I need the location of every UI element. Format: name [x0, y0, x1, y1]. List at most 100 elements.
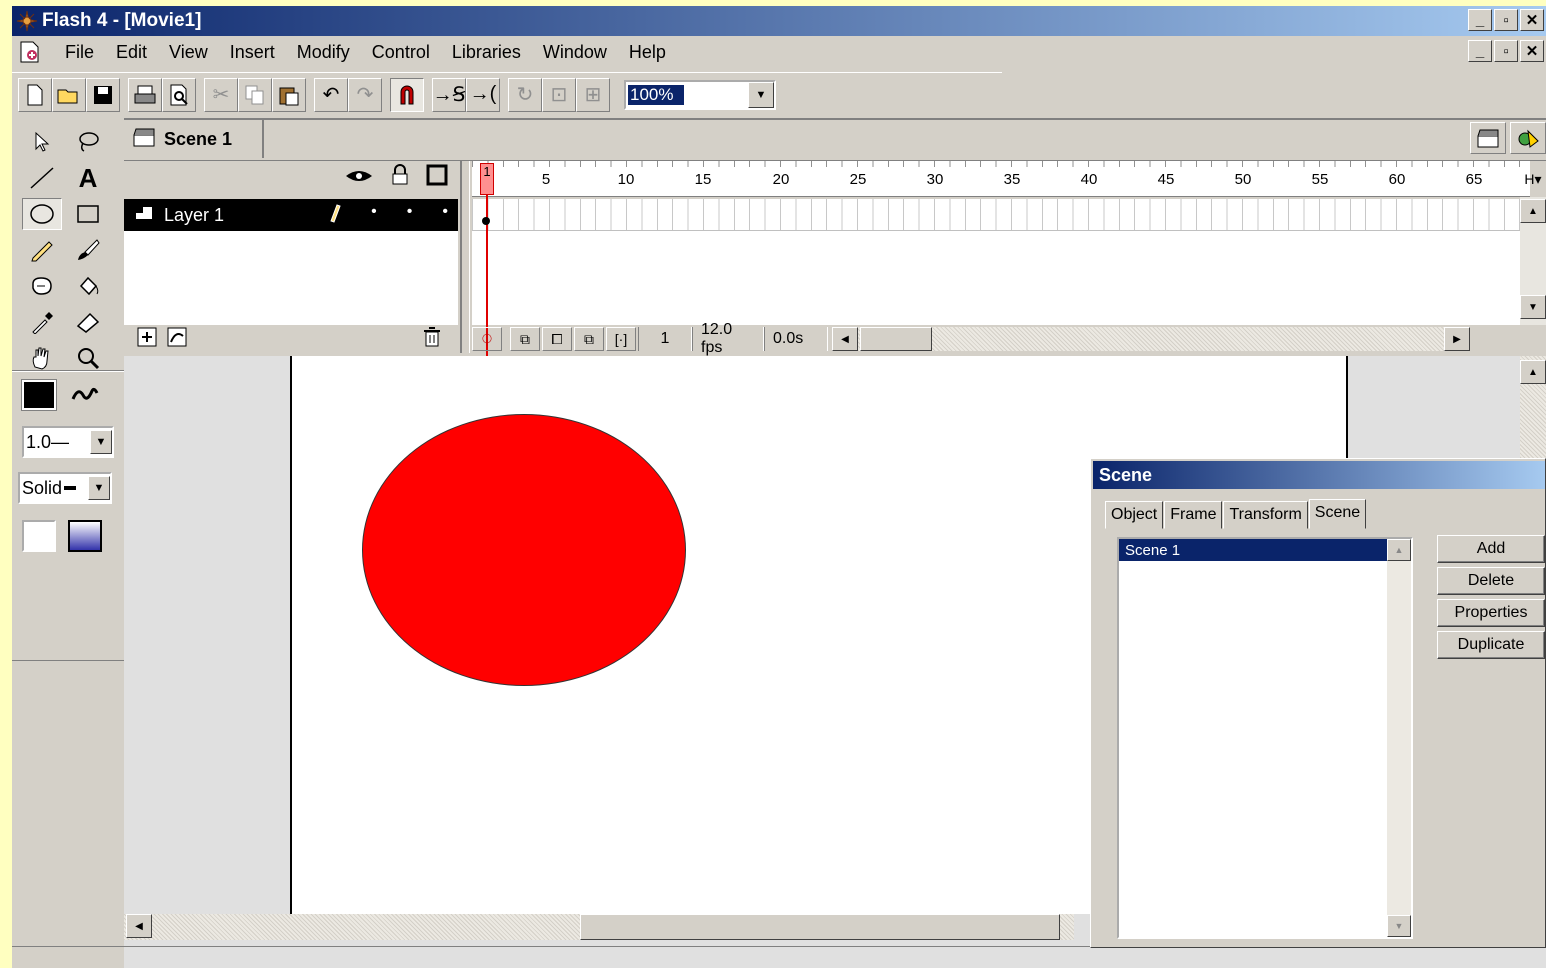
- menu-view[interactable]: View: [158, 42, 219, 63]
- eraser-tool-icon[interactable]: [68, 306, 108, 338]
- eye-icon[interactable]: [344, 167, 374, 190]
- line-tool-icon[interactable]: [22, 162, 62, 194]
- print-preview-icon[interactable]: [162, 77, 196, 112]
- playhead[interactable]: 1: [480, 163, 494, 195]
- onion-skin-icon[interactable]: ⧉: [510, 327, 540, 351]
- stage-hscroll-track[interactable]: ◀: [124, 914, 1074, 940]
- close-button[interactable]: ✕: [1520, 9, 1544, 31]
- document-icon[interactable]: [18, 40, 44, 64]
- line-style-select[interactable]: Solid ▼: [18, 472, 112, 504]
- doc-minimize-button[interactable]: _: [1468, 40, 1492, 62]
- rotate-icon[interactable]: ↻: [508, 77, 542, 112]
- chevron-down-icon[interactable]: ▼: [90, 430, 112, 454]
- menu-libraries[interactable]: Libraries: [441, 42, 532, 63]
- duplicate-button[interactable]: Duplicate: [1437, 631, 1545, 659]
- frame-cells[interactable]: [472, 199, 1530, 231]
- smooth-icon[interactable]: →Ꞩ: [432, 77, 466, 112]
- fill-none-swatch[interactable]: [22, 520, 56, 552]
- center-frame-icon[interactable]: ⏀: [472, 327, 502, 351]
- save-icon[interactable]: [86, 77, 120, 112]
- scene-list-scrollbar[interactable]: ▲ ▼: [1387, 539, 1411, 937]
- frame-ruler[interactable]: 1 5 10 15 20 25 30 35 40 45 50 55 60 65: [472, 161, 1530, 197]
- chevron-down-icon[interactable]: ▼: [748, 81, 774, 108]
- paste-icon[interactable]: [272, 77, 306, 112]
- modify-onion-markers-icon[interactable]: [·]: [606, 327, 636, 351]
- scale-icon[interactable]: ⊡: [542, 77, 576, 112]
- open-folder-icon[interactable]: [52, 77, 86, 112]
- lasso-tool-icon[interactable]: [68, 126, 108, 158]
- menu-edit[interactable]: Edit: [105, 42, 158, 63]
- align-icon[interactable]: ⊞: [576, 77, 610, 112]
- stage-horizontal-scrollbar[interactable]: ◀: [124, 914, 1124, 940]
- scene-panel-title[interactable]: Scene: [1093, 461, 1545, 489]
- scroll-up-icon[interactable]: ▲: [1520, 199, 1546, 223]
- menu-help[interactable]: Help: [618, 42, 677, 63]
- frame-view-menu-icon[interactable]: H▾: [1520, 163, 1546, 195]
- copy-icon[interactable]: [238, 77, 272, 112]
- menu-control[interactable]: Control: [361, 42, 441, 63]
- fill-gradient-swatch[interactable]: [68, 520, 102, 552]
- properties-button[interactable]: Properties: [1437, 599, 1545, 627]
- zoom-select[interactable]: 100% ▼: [624, 79, 776, 110]
- add-guide-layer-icon[interactable]: [166, 326, 188, 353]
- minimize-button[interactable]: _: [1468, 9, 1492, 31]
- menu-insert[interactable]: Insert: [219, 42, 286, 63]
- scroll-down-icon[interactable]: ▼: [1387, 915, 1411, 937]
- print-icon[interactable]: [128, 77, 162, 112]
- scroll-right-icon[interactable]: ▶: [1444, 327, 1470, 351]
- lock-icon[interactable]: [390, 164, 410, 192]
- timeline-horizontal-scrollbar[interactable]: [858, 327, 1444, 351]
- scroll-up-icon[interactable]: ▲: [1520, 360, 1546, 384]
- tab-frame[interactable]: Frame: [1164, 501, 1223, 529]
- timeline-vertical-scrollbar[interactable]: ▲ ▼: [1520, 197, 1546, 325]
- doc-restore-button[interactable]: ▫: [1494, 40, 1518, 62]
- tab-transform[interactable]: Transform: [1223, 501, 1308, 529]
- scroll-thumb[interactable]: [860, 327, 932, 351]
- list-item[interactable]: Scene 1: [1119, 539, 1391, 561]
- outline-icon[interactable]: [426, 164, 448, 192]
- tab-object[interactable]: Object: [1105, 501, 1164, 529]
- maximize-button[interactable]: ▫: [1494, 9, 1518, 31]
- snap-magnet-icon[interactable]: [390, 77, 424, 112]
- undo-icon[interactable]: ↶: [314, 77, 348, 112]
- add-layer-icon[interactable]: [136, 326, 158, 353]
- scroll-left-icon[interactable]: ◀: [832, 327, 858, 351]
- layer-lock-toggle[interactable]: •: [407, 203, 413, 228]
- stroke-color-swatch[interactable]: [21, 379, 57, 411]
- rectangle-tool-icon[interactable]: [68, 198, 108, 230]
- delete-button[interactable]: Delete: [1437, 567, 1545, 595]
- timeline-splitter[interactable]: [460, 161, 470, 353]
- redo-icon[interactable]: ↷: [348, 77, 382, 112]
- scroll-thumb[interactable]: [580, 914, 1060, 940]
- pencil-tool-icon[interactable]: [22, 234, 62, 266]
- onion-skin-outlines-icon[interactable]: ⧠: [542, 327, 572, 351]
- doc-close-button[interactable]: ✕: [1520, 40, 1544, 62]
- edit-scene-icon[interactable]: [1470, 122, 1506, 154]
- scene-tab[interactable]: Scene 1: [124, 120, 264, 158]
- straighten-icon[interactable]: →(: [466, 77, 500, 112]
- scroll-left-icon[interactable]: ◀: [126, 914, 152, 938]
- layer-visible-toggle[interactable]: •: [371, 203, 377, 228]
- text-tool-icon[interactable]: A: [68, 162, 108, 194]
- layer-outline-toggle[interactable]: •: [442, 203, 448, 228]
- menu-file[interactable]: File: [54, 42, 105, 63]
- menu-window[interactable]: Window: [532, 42, 618, 63]
- oval-tool-icon[interactable]: [22, 198, 62, 230]
- add-button[interactable]: Add: [1437, 535, 1545, 563]
- paint-bucket-tool-icon[interactable]: [68, 270, 108, 302]
- tab-scene[interactable]: Scene: [1308, 499, 1367, 529]
- arrow-tool-icon[interactable]: [22, 126, 62, 158]
- chevron-down-icon[interactable]: ▼: [88, 476, 110, 500]
- brush-tool-icon[interactable]: [68, 234, 108, 266]
- menu-modify[interactable]: Modify: [286, 42, 361, 63]
- scroll-up-icon[interactable]: ▲: [1387, 539, 1411, 561]
- scroll-down-icon[interactable]: ▼: [1520, 295, 1546, 319]
- trash-icon[interactable]: [422, 326, 442, 353]
- layer-row[interactable]: Layer 1 • • •: [124, 199, 458, 231]
- new-file-icon[interactable]: [18, 77, 52, 112]
- cut-icon[interactable]: ✂: [204, 77, 238, 112]
- red-circle-shape[interactable]: [362, 414, 686, 686]
- dropper-tool-icon[interactable]: [22, 306, 62, 338]
- keyframe[interactable]: [482, 217, 490, 225]
- edit-symbols-icon[interactable]: [1510, 122, 1546, 154]
